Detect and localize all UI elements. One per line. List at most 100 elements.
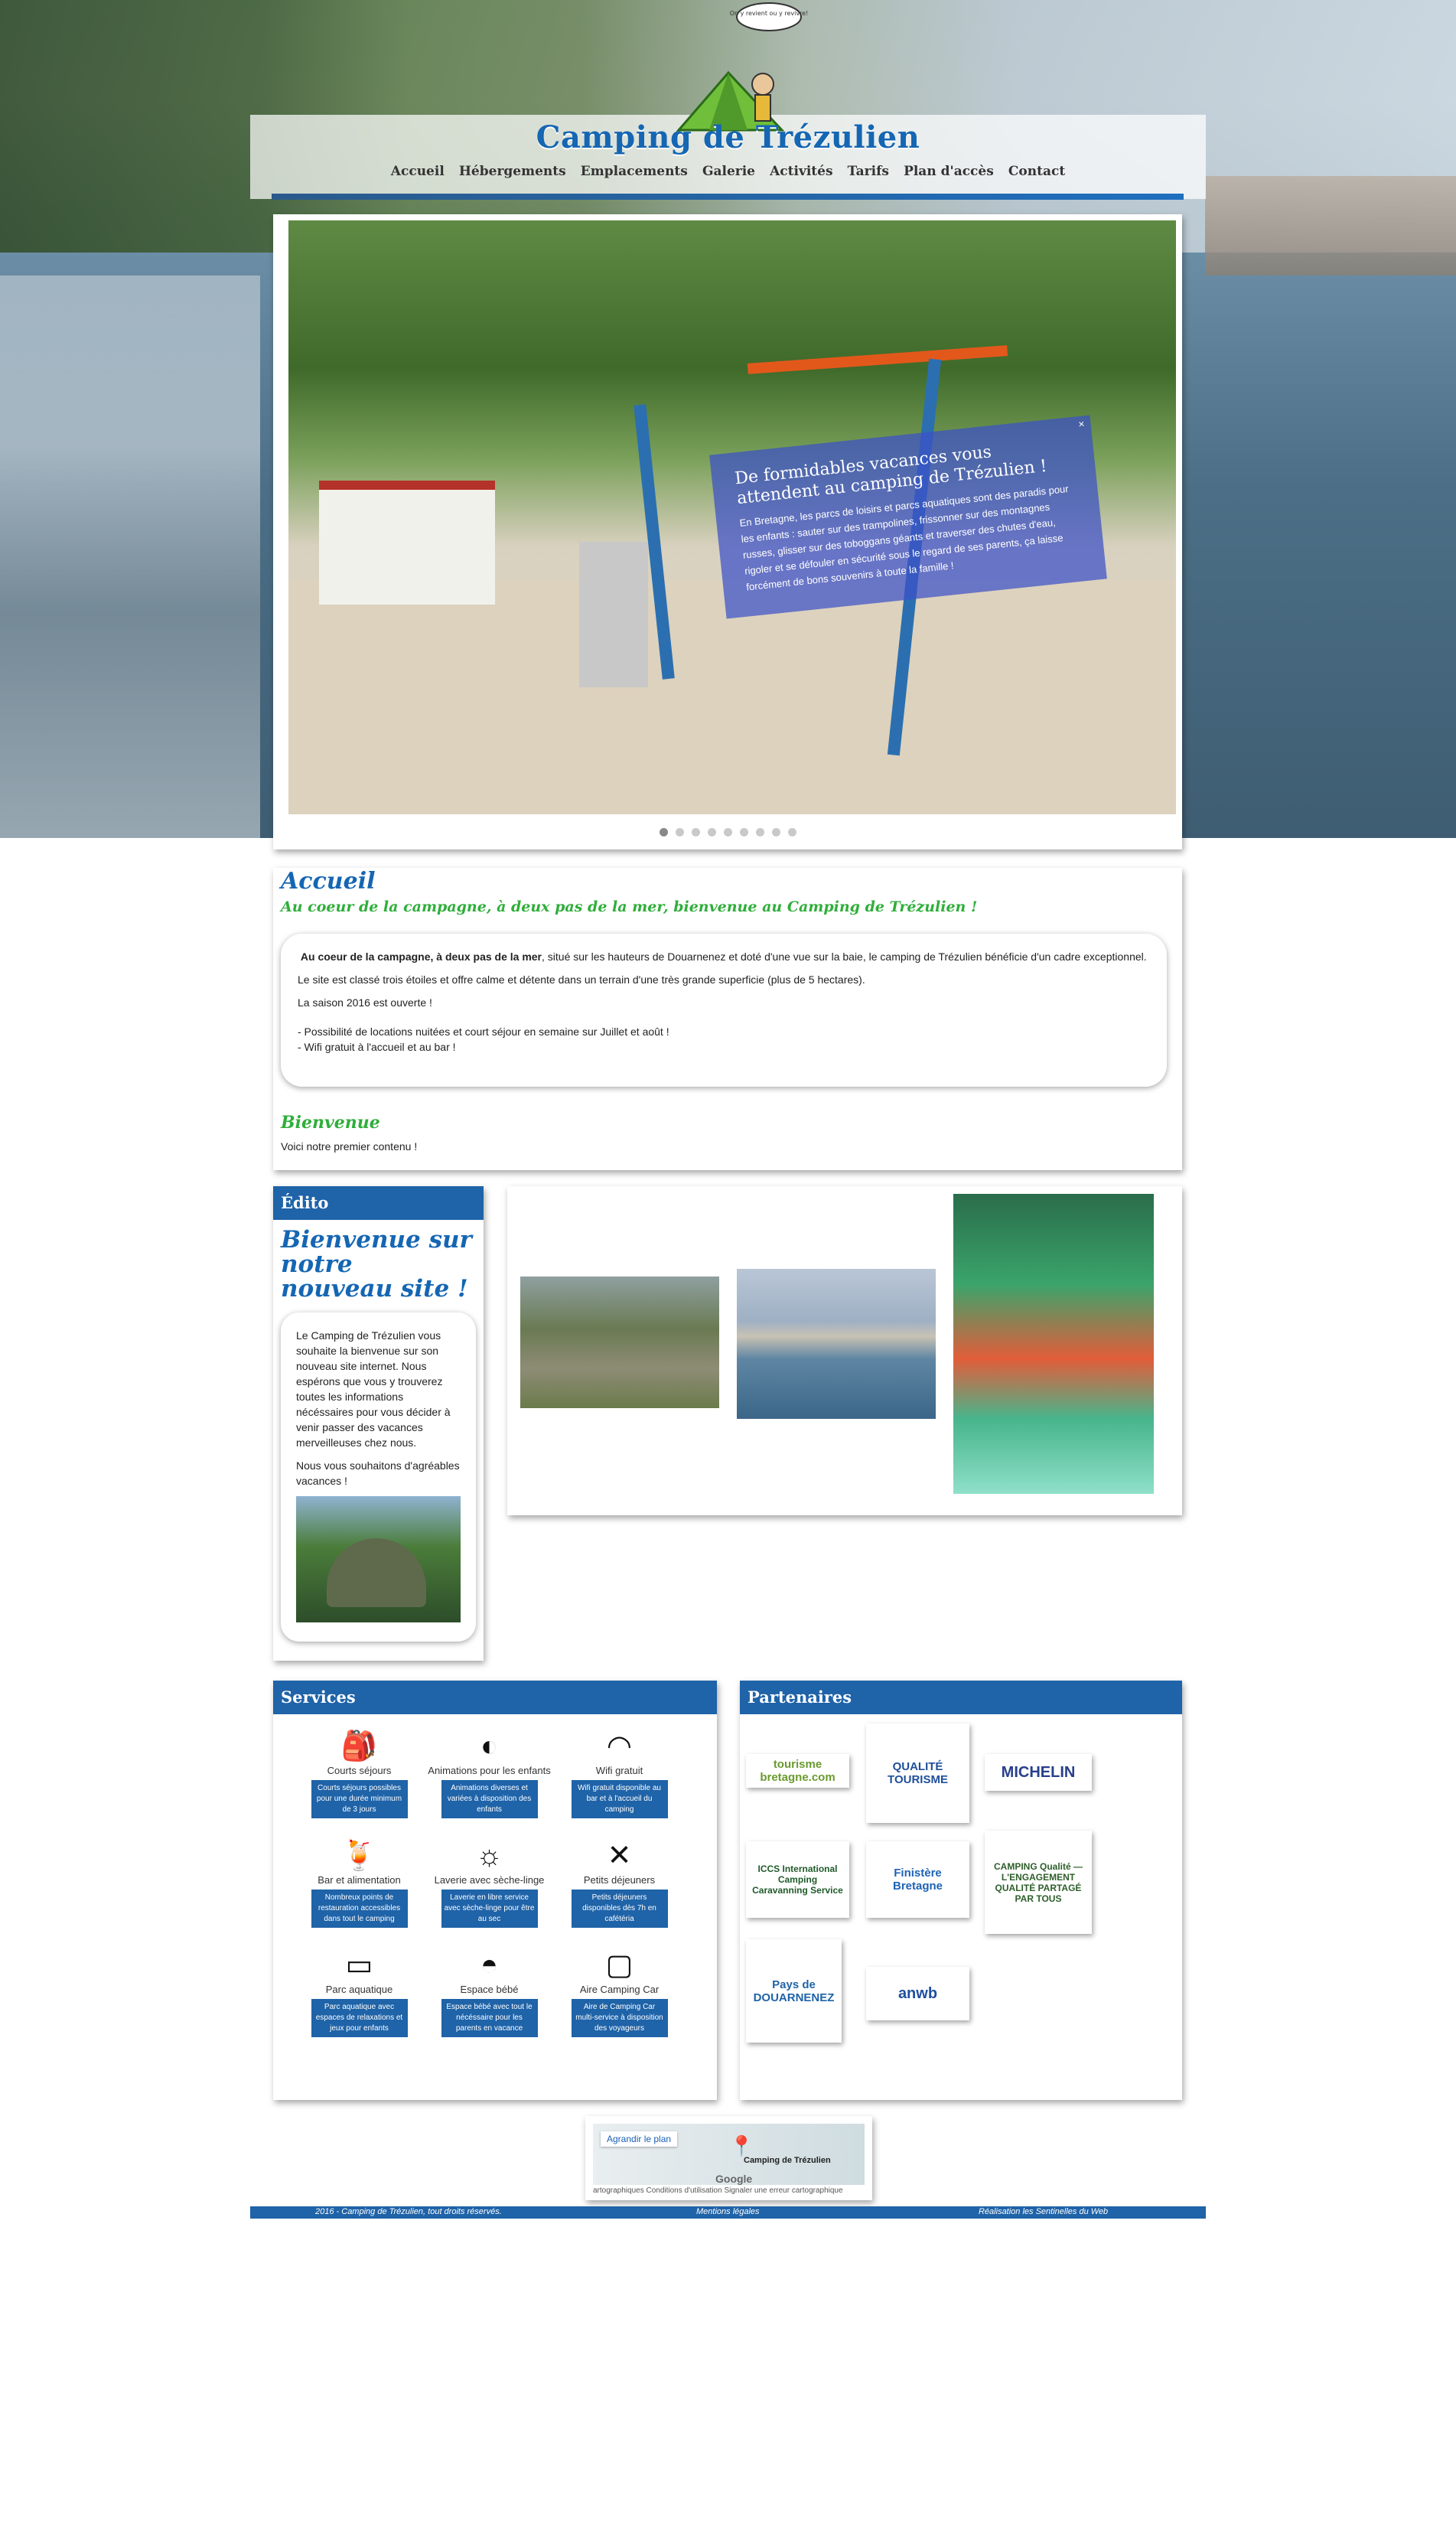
service-item: ✕ Petits déjeuners Petits déjeuners dispon… — [556, 1837, 682, 1928]
accueil-subtitle: Au coeur de la campagne, à deux pas de l… — [281, 898, 978, 915]
footer-legal-link[interactable]: Mentions légales — [696, 2207, 760, 2216]
service-description: Courts séjours possibles pour une durée … — [311, 1780, 408, 1818]
nav-contact[interactable]: Contact — [1008, 164, 1065, 179]
accueil-paragraph-5: - Wifi gratuit à l'accueil et au bar ! — [298, 1041, 456, 1053]
service-item: ◠ Wifi gratuit Wifi gratuit disponible au … — [556, 1728, 682, 1818]
map-place-label: Camping de Trézulien — [744, 2156, 831, 2165]
service-item: ▢ Aire Camping Car Aire de Camping Car mul… — [556, 1947, 682, 2037]
google-logo: Google — [715, 2173, 753, 2185]
service-description: Laverie en libre service avec sèche-ling… — [441, 1890, 538, 1928]
nav-plan-acces[interactable]: Plan d'accès — [904, 164, 994, 179]
slider-dot[interactable] — [691, 828, 700, 836]
bubble-text: On y revient ou y revivre! — [730, 10, 809, 17]
slider-dot[interactable] — [723, 828, 732, 836]
accueil-p1-rest: , situé sur les hauteurs de Douarnenez e… — [542, 950, 1147, 963]
map-widget[interactable]: Agrandir le plan 📍 Camping de Trézulien … — [585, 2116, 872, 2200]
slider-dot[interactable] — [707, 828, 716, 836]
backpack-icon: 🎒 — [340, 1730, 378, 1762]
service-description: Wifi gratuit disponible au bar et à l'ac… — [571, 1780, 668, 1818]
slider-dot[interactable] — [755, 828, 764, 836]
site-title[interactable]: Camping de Trézulien — [250, 119, 1206, 155]
footer-credit-link[interactable]: Réalisation les Sentinelles du Web — [979, 2207, 1108, 2216]
partners-section: Partenaires tourisme bretagne.com QUALITÉ… — [740, 1681, 1182, 2100]
service-item: 🍹 Bar et alimentation Nombreux points de r… — [296, 1837, 422, 1928]
edito-paragraph-1: Le Camping de Trézulien vous souhaite la… — [296, 1329, 451, 1449]
slider-dot[interactable] — [659, 828, 668, 836]
slider-dot[interactable] — [739, 828, 748, 836]
nav-hebergements[interactable]: Hébergements — [459, 164, 566, 179]
edito-tent-photo[interactable] — [296, 1496, 461, 1622]
nav-accueil[interactable]: Accueil — [391, 164, 445, 179]
edito-section: Édito Bienvenue sur notre nouveau site !… — [273, 1186, 484, 1661]
pays-de-douarnenez-logo[interactable]: Pays de DOUARNENEZ — [746, 1939, 842, 2043]
main-nav: Accueil Hébergements Emplacements Galeri… — [250, 164, 1206, 179]
enlarge-map-button[interactable]: Agrandir le plan — [601, 2131, 678, 2147]
service-item: 🎒 Courts séjours Courts séjours possibles … — [296, 1728, 422, 1818]
accueil-paragraph-1: Au coeur de la campagne, à deux pas de l… — [298, 949, 1150, 964]
slider-dot[interactable] — [771, 828, 780, 836]
nav-emplacements[interactable]: Emplacements — [581, 164, 688, 179]
service-description: Nombreux points de restauration accessib… — [311, 1890, 408, 1928]
iccs-logo[interactable]: ICCS International Camping Caravanning S… — [746, 1841, 849, 1918]
service-label: Espace bébé — [460, 1984, 519, 1995]
gallery-photo-harbour[interactable] — [737, 1269, 936, 1419]
drink-icon: 🍹 — [340, 1840, 378, 1872]
service-item: ◓ Espace bébé Espace bébé avec tout le néc… — [426, 1947, 552, 2037]
map-pin-icon: 📍 — [729, 2134, 754, 2157]
swim-shorts-icon: ▭ — [345, 1949, 373, 1981]
accueil-paragraph-4: - Possibilité de locations nuitées et co… — [298, 1025, 669, 1038]
nav-tarifs[interactable]: Tarifs — [848, 164, 889, 179]
map-area[interactable]: Agrandir le plan 📍 Camping de Trézulien … — [593, 2124, 865, 2185]
map-footer: artographiques Conditions d'utilisation … — [593, 2186, 843, 2195]
service-description: Animations diverses et variées à disposi… — [441, 1780, 538, 1818]
swing-top-bar — [747, 345, 1008, 374]
edito-paragraph-2: Nous vous souhaitons d'agréables vacance… — [296, 1459, 460, 1487]
anwb-logo[interactable]: anwb — [866, 1967, 969, 2020]
bienvenue-title: Bienvenue — [281, 1113, 380, 1133]
service-label: Petits déjeuners — [583, 1874, 656, 1886]
service-description: Parc aquatique avec espaces de relaxatio… — [311, 1999, 408, 2037]
service-label: Parc aquatique — [325, 1984, 393, 1995]
site-footer: 2016 - Camping de Trézulien, tout droits… — [250, 2206, 1206, 2219]
gallery-photo-bouncy-castle[interactable] — [953, 1194, 1154, 1494]
bienvenue-text: Voici notre premier contenu ! — [281, 1140, 418, 1153]
image-slider[interactable]: De formidables vacances vous attendent a… — [273, 214, 1182, 849]
gallery-photo-ruins[interactable] — [520, 1277, 719, 1408]
site-header: On y revient ou y revivre! Camping de Tr… — [250, 2, 1206, 200]
sun-icon: ☼ — [476, 1840, 503, 1872]
accueil-paragraph-3: La saison 2016 est ouverte ! — [298, 996, 432, 1009]
service-label: Laverie avec sèche-linge — [434, 1874, 545, 1886]
caption-close-icon[interactable]: × — [1078, 417, 1086, 430]
playground-slide — [579, 542, 648, 687]
michelin-logo[interactable]: MICHELIN — [985, 1754, 1092, 1791]
service-label: Animations pour les enfants — [428, 1765, 551, 1776]
service-label: Courts séjours — [327, 1765, 392, 1776]
accueil-title: Accueil — [281, 868, 376, 895]
slider-dot[interactable] — [787, 828, 796, 836]
cutlery-icon: ✕ — [607, 1840, 632, 1872]
qualite-tourisme-logo[interactable]: QUALITÉ TOURISME — [866, 1723, 969, 1823]
tourisme-bretagne-logo[interactable]: tourisme bretagne.com — [746, 1754, 849, 1788]
photo-gallery — [507, 1186, 1182, 1515]
accueil-section: Accueil Au coeur de la campagne, à deux … — [273, 868, 1182, 1170]
accueil-paragraph-2: Le site est classé trois étoiles et offr… — [298, 973, 865, 986]
camper-icon: ▢ — [605, 1949, 634, 1981]
service-item: ◐ Animations pour les enfants Animations d… — [426, 1728, 552, 1818]
slider-dot[interactable] — [675, 828, 684, 836]
background-rocks — [1205, 176, 1456, 276]
finistere-logo[interactable]: Finistère Bretagne — [866, 1841, 969, 1918]
services-header: Services — [273, 1681, 717, 1714]
service-label: Bar et alimentation — [318, 1874, 401, 1886]
nav-galerie[interactable]: Galerie — [702, 164, 755, 179]
service-item: ☼ Laverie avec sèche-linge Laverie en libr… — [426, 1837, 552, 1928]
accueil-text-box: Au coeur de la campagne, à deux pas de l… — [281, 934, 1167, 1087]
service-label: Wifi gratuit — [595, 1765, 643, 1776]
wifi-icon: ◠ — [606, 1730, 633, 1762]
edito-title: Bienvenue sur notre nouveau site ! — [281, 1226, 472, 1303]
beach-ball-icon: ◐ — [480, 1730, 498, 1762]
nav-activites[interactable]: Activités — [770, 164, 832, 179]
tent — [319, 481, 495, 605]
service-description: Aire de Camping Car multi-service à disp… — [571, 1999, 668, 2037]
slide-photo: De formidables vacances vous attendent a… — [288, 220, 1176, 814]
camping-qualite-logo[interactable]: CAMPING Qualité — L'ENGAGEMENT QUALITÉ P… — [985, 1831, 1092, 1934]
